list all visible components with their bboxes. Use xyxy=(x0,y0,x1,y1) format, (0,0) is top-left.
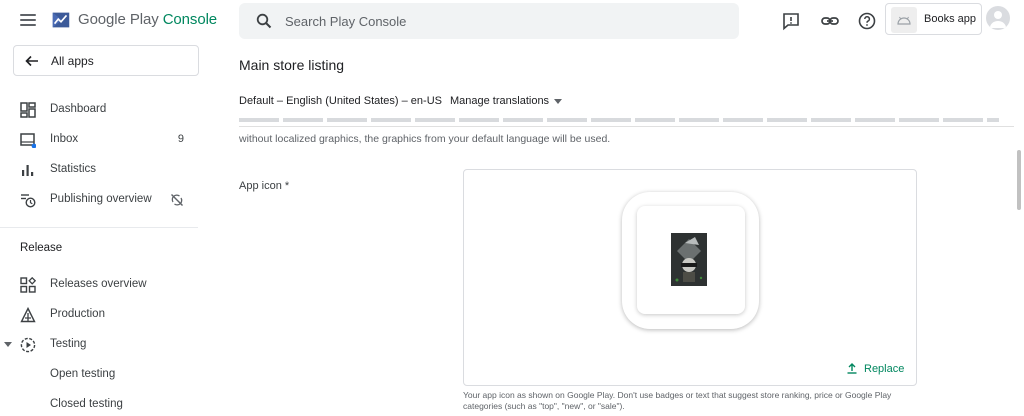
android-icon xyxy=(897,16,911,25)
account-avatar[interactable] xyxy=(986,6,1010,30)
bar-chart-icon xyxy=(22,165,34,176)
sidebar-divider xyxy=(0,227,198,228)
person-icon xyxy=(990,11,1006,28)
sidebar-item-statistics[interactable]: Statistics xyxy=(0,156,200,184)
feedback-icon[interactable] xyxy=(781,11,801,31)
search-bar[interactable] xyxy=(239,3,739,39)
app-icon-image xyxy=(671,233,707,286)
app-selector[interactable]: Books app xyxy=(885,3,982,35)
sidebar-item-publishing-overview[interactable]: Publishing overview xyxy=(0,186,200,214)
sidebar-item-label: Production xyxy=(50,308,105,320)
all-apps-label: All apps xyxy=(51,54,94,68)
link-icon[interactable] xyxy=(820,11,840,31)
dropdown-arrow-icon xyxy=(554,98,563,104)
all-apps-button[interactable]: All apps xyxy=(13,45,199,76)
sidebar-item-closed-testing[interactable]: Closed testing xyxy=(0,391,200,416)
sync-disabled-icon xyxy=(171,194,183,206)
sidebar-item-label: Dashboard xyxy=(50,103,107,115)
menu-icon[interactable] xyxy=(20,14,36,26)
app-thumbnail xyxy=(891,7,917,33)
sidebar-item-open-testing[interactable]: Open testing xyxy=(0,361,200,389)
clipped-text-line xyxy=(239,118,999,126)
arrow-back-icon xyxy=(25,55,38,67)
manage-translations-button[interactable]: Manage translations xyxy=(450,95,563,107)
sidebar-item-label: Closed testing xyxy=(50,398,123,410)
sidebar-item-inbox[interactable]: Inbox 9 xyxy=(0,126,200,154)
dashboard-icon xyxy=(20,102,36,118)
expand-caret-icon[interactable] xyxy=(4,342,12,347)
sidebar-item-releases-overview[interactable]: Releases overview xyxy=(0,271,200,299)
language-selector: Default – English (United States) – en-U… xyxy=(239,95,442,107)
app-name: Books app xyxy=(924,13,976,25)
production-icon xyxy=(20,307,36,323)
scrollbar-thumb[interactable] xyxy=(1017,150,1021,210)
sidebar-item-testing[interactable]: Testing xyxy=(0,331,200,359)
play-circle-icon xyxy=(20,337,36,353)
section-title-release: Release xyxy=(20,242,63,254)
sidebar-item-production[interactable]: Production xyxy=(0,301,200,329)
brand-header: Google Play Console xyxy=(0,0,217,42)
sidebar-item-label: Statistics xyxy=(50,163,97,175)
sidebar: Google Play Console All apps Dashboard I… xyxy=(0,0,217,416)
upload-icon xyxy=(847,363,857,374)
brand-title[interactable]: Google Play Console xyxy=(78,11,217,28)
sidebar-item-label: Releases overview xyxy=(50,278,147,290)
sidebar-item-label: Inbox xyxy=(50,133,79,145)
replace-button[interactable]: Replace xyxy=(846,362,904,375)
page-title: Main store listing xyxy=(239,57,345,73)
app-icon-label: App icon * xyxy=(239,180,290,192)
manage-translations-label: Manage translations xyxy=(450,95,550,107)
sidebar-item-label: Testing xyxy=(50,338,87,350)
sidebar-item-label: Open testing xyxy=(50,368,116,380)
inbox-icon xyxy=(20,133,36,148)
search-icon xyxy=(256,13,272,29)
schedule-icon xyxy=(21,194,36,208)
help-icon[interactable] xyxy=(857,11,877,31)
sticky-header-divider xyxy=(239,126,1014,127)
releases-icon xyxy=(20,277,36,293)
sidebar-item-dashboard[interactable]: Dashboard xyxy=(0,96,200,124)
intro-text: without localized graphics, the graphics… xyxy=(239,133,611,145)
play-console-logo[interactable] xyxy=(50,9,72,31)
search-input[interactable] xyxy=(285,11,715,31)
replace-label: Replace xyxy=(864,363,905,375)
sidebar-item-label: Publishing overview xyxy=(50,193,152,205)
inbox-count-badge: 9 xyxy=(177,133,184,145)
app-icon-helper-text: Your app icon as shown on Google Play. D… xyxy=(463,390,892,411)
